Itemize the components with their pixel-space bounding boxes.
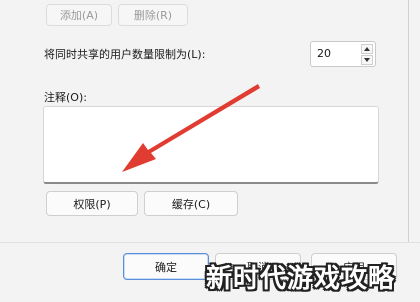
annotation-arrow-icon <box>122 84 260 172</box>
share-settings-dialog: 添加(A) 删除(R) 将同时共享的用户数量限制为(L): 20 注释(O): … <box>0 0 420 302</box>
watermark-text: 新时代游戏攻略 <box>206 264 396 294</box>
